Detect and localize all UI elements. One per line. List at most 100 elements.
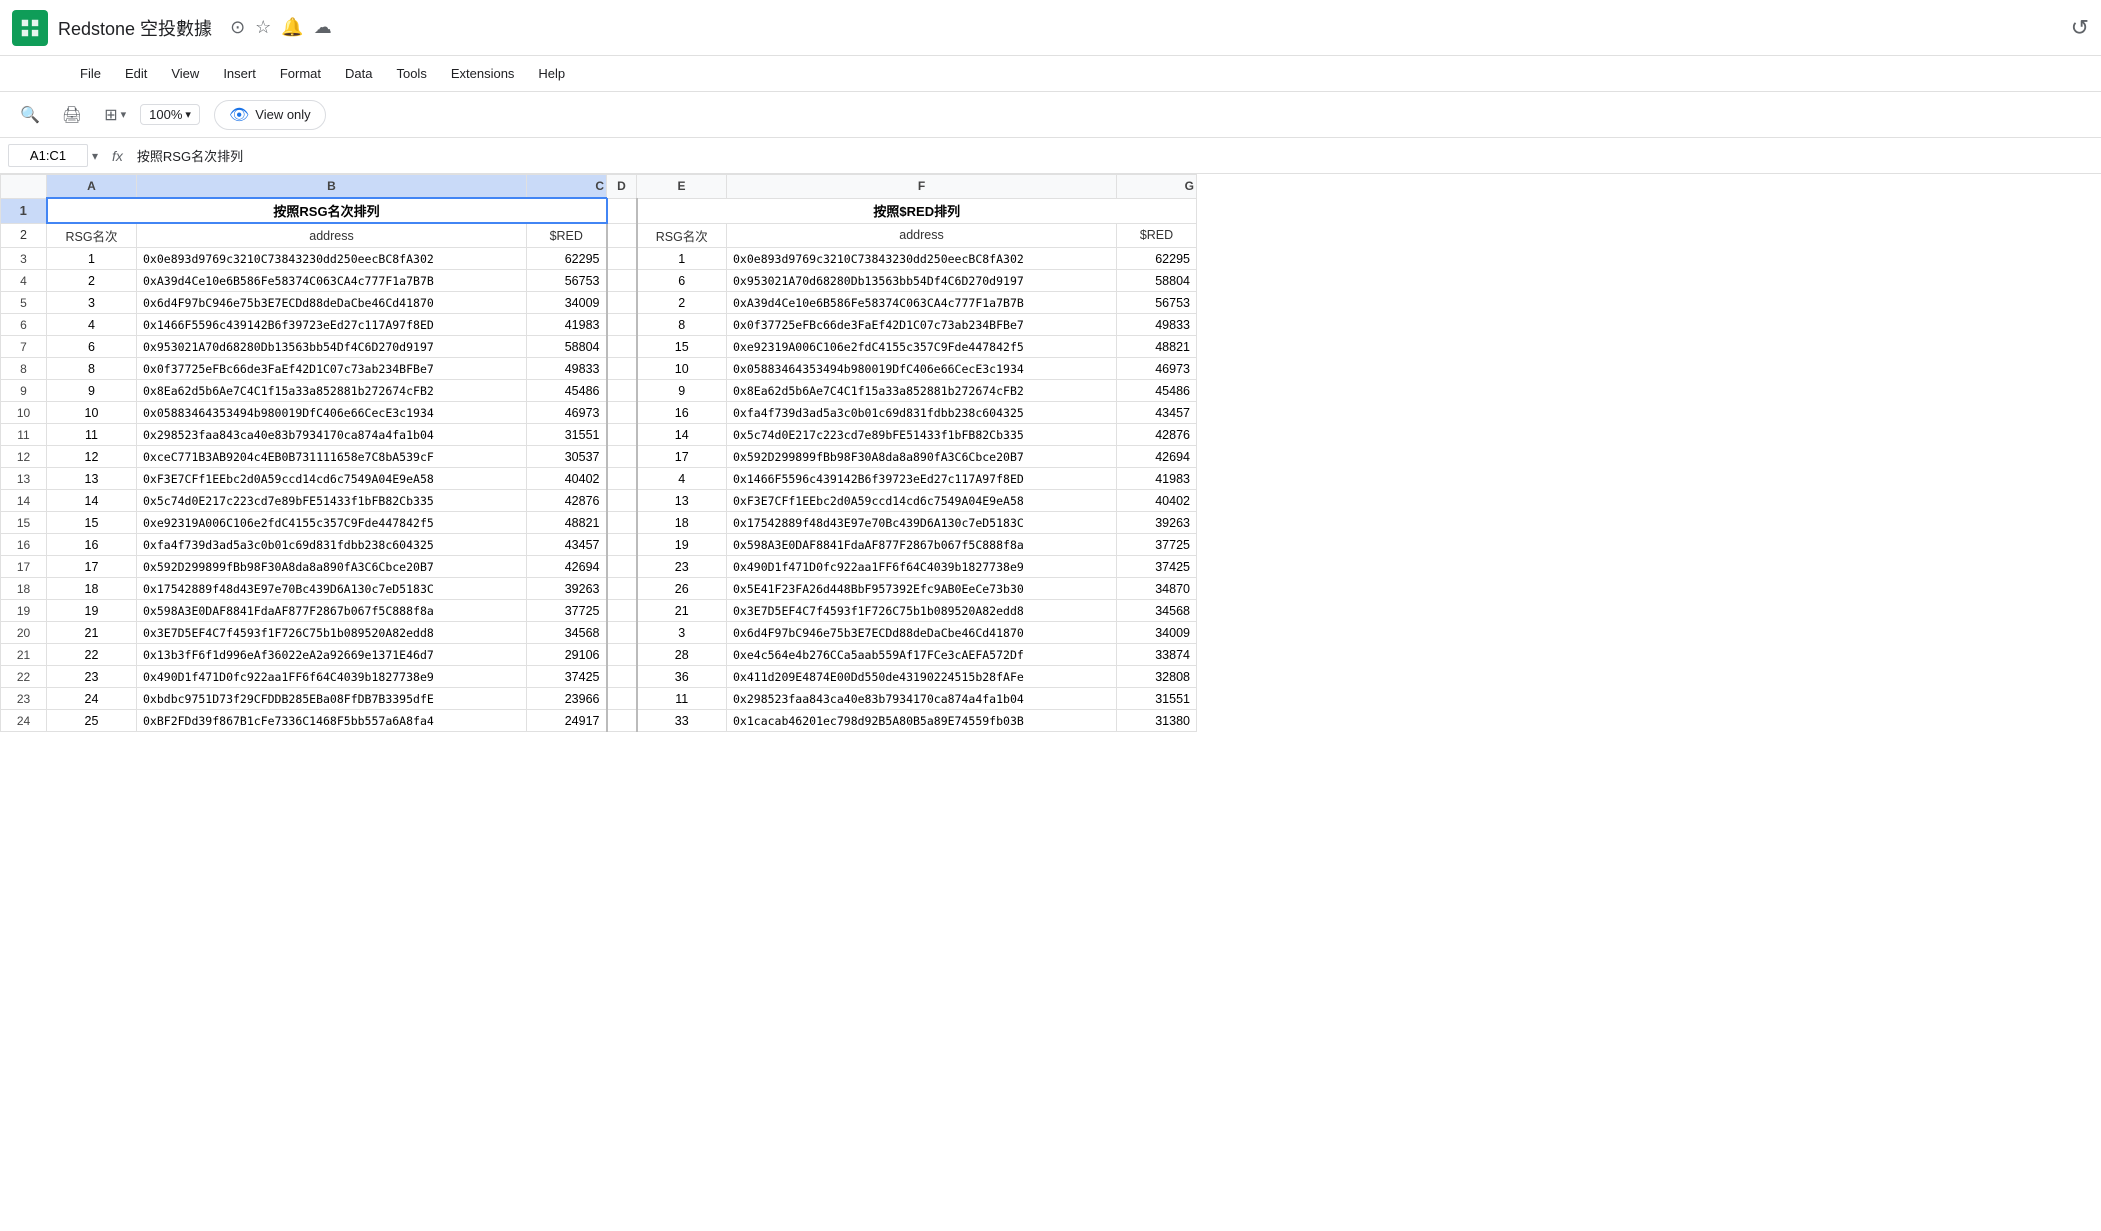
location-icon[interactable]: ⊙: [230, 17, 245, 38]
col-header-e[interactable]: E: [637, 175, 727, 199]
left-rsg-13[interactable]: 13: [47, 468, 137, 490]
left-rsg-8[interactable]: 8: [47, 358, 137, 380]
left-address-5[interactable]: 0x6d4F97bC946e75b3E7ECDd88deDaCbe46Cd418…: [137, 292, 527, 314]
right-rsg-14[interactable]: 13: [637, 490, 727, 512]
right-address-14[interactable]: 0xF3E7CFf1EEbc2d0A59ccd14cd6c7549A04E9eA…: [727, 490, 1117, 512]
left-address-11[interactable]: 0x298523faa843ca40e83b7934170ca874a4fa1b…: [137, 424, 527, 446]
left-red-11[interactable]: 31551: [527, 424, 607, 446]
right-red-17[interactable]: 37425: [1117, 556, 1197, 578]
left-address-21[interactable]: 0x13b3fF6f1d996eAf36022eA2a92669e1371E46…: [137, 644, 527, 666]
left-rsg-15[interactable]: 15: [47, 512, 137, 534]
right-red-12[interactable]: 42694: [1117, 446, 1197, 468]
col-header-d[interactable]: D: [607, 175, 637, 199]
right-rsg-5[interactable]: 2: [637, 292, 727, 314]
left-rsg-4[interactable]: 2: [47, 270, 137, 292]
left-red-5[interactable]: 34009: [527, 292, 607, 314]
left-rsg-18[interactable]: 18: [47, 578, 137, 600]
left-rsg-11[interactable]: 11: [47, 424, 137, 446]
left-rsg-24[interactable]: 25: [47, 710, 137, 732]
left-rsg-19[interactable]: 19: [47, 600, 137, 622]
right-address-10[interactable]: 0xfa4f739d3ad5a3c0b01c69d831fdbb238c6043…: [727, 402, 1117, 424]
left-address-20[interactable]: 0x3E7D5EF4C7f4593f1F726C75b1b089520A82ed…: [137, 622, 527, 644]
right-address-8[interactable]: 0x05883464353494b980019DfC406e66CecE3c19…: [727, 358, 1117, 380]
right-address-18[interactable]: 0x5E41F23FA26d448BbF957392Efc9AB0EeCe73b…: [727, 578, 1117, 600]
left-address-17[interactable]: 0x592D299899fBb98F30A8da8a890fA3C6Cbce20…: [137, 556, 527, 578]
left-rsg-9[interactable]: 9: [47, 380, 137, 402]
right-red-4[interactable]: 58804: [1117, 270, 1197, 292]
right-address-16[interactable]: 0x598A3E0DAF8841FdaAF877F2867b067f5C888f…: [727, 534, 1117, 556]
col-header-f[interactable]: F: [727, 175, 1117, 199]
history-icon[interactable]: ↺: [2071, 15, 2089, 41]
right-address-15[interactable]: 0x17542889f48d43E97e70Bc439D6A130c7eD518…: [727, 512, 1117, 534]
right-red-14[interactable]: 40402: [1117, 490, 1197, 512]
right-address-7[interactable]: 0xe92319A006C106e2fdC4155c357C9Fde447842…: [727, 336, 1117, 358]
left-red-20[interactable]: 34568: [527, 622, 607, 644]
right-red-11[interactable]: 42876: [1117, 424, 1197, 446]
right-red-5[interactable]: 56753: [1117, 292, 1197, 314]
star-icon[interactable]: ☆: [255, 17, 271, 38]
left-address-10[interactable]: 0x05883464353494b980019DfC406e66CecE3c19…: [137, 402, 527, 424]
right-rsg-23[interactable]: 11: [637, 688, 727, 710]
left-red-9[interactable]: 45486: [527, 380, 607, 402]
right-rsg-19[interactable]: 21: [637, 600, 727, 622]
col-header-g[interactable]: G: [1117, 175, 1197, 199]
right-red-13[interactable]: 41983: [1117, 468, 1197, 490]
search-button[interactable]: 🔍: [12, 101, 48, 129]
left-red-13[interactable]: 40402: [527, 468, 607, 490]
menu-data[interactable]: Data: [335, 62, 382, 85]
left-red-16[interactable]: 43457: [527, 534, 607, 556]
menu-insert[interactable]: Insert: [213, 62, 266, 85]
left-red-8[interactable]: 49833: [527, 358, 607, 380]
col-header-b[interactable]: B: [137, 175, 527, 199]
right-rsg-7[interactable]: 15: [637, 336, 727, 358]
right-rsg-13[interactable]: 4: [637, 468, 727, 490]
left-red-17[interactable]: 42694: [527, 556, 607, 578]
grid-view-button[interactable]: ⊞ ▾: [96, 101, 134, 129]
menu-tools[interactable]: Tools: [386, 62, 436, 85]
right-address-11[interactable]: 0x5c74d0E217c223cd7e89bFE51433f1bFB82Cb3…: [727, 424, 1117, 446]
left-red-4[interactable]: 56753: [527, 270, 607, 292]
left-address-6[interactable]: 0x1466F5596c439142B6f39723eEd27c117A97f8…: [137, 314, 527, 336]
right-rsg-9[interactable]: 9: [637, 380, 727, 402]
col-header-c[interactable]: C: [527, 175, 607, 199]
left-address-18[interactable]: 0x17542889f48d43E97e70Bc439D6A130c7eD518…: [137, 578, 527, 600]
right-address-6[interactable]: 0x0f37725eFBc66de3FaEf42D1C07c73ab234BFB…: [727, 314, 1117, 336]
right-rsg-3[interactable]: 1: [637, 248, 727, 270]
left-rsg-21[interactable]: 22: [47, 644, 137, 666]
right-red-21[interactable]: 33874: [1117, 644, 1197, 666]
cloud-icon[interactable]: ☁: [314, 17, 332, 38]
left-rsg-7[interactable]: 6: [47, 336, 137, 358]
right-address-5[interactable]: 0xA39d4Ce10e6B586Fe58374C063CA4c777F1a7B…: [727, 292, 1117, 314]
right-rsg-17[interactable]: 23: [637, 556, 727, 578]
right-address-19[interactable]: 0x3E7D5EF4C7f4593f1F726C75b1b089520A82ed…: [727, 600, 1117, 622]
left-address-3[interactable]: 0x0e893d9769c3210C73843230dd250eecBC8fA3…: [137, 248, 527, 270]
right-red-24[interactable]: 31380: [1117, 710, 1197, 732]
right-red-20[interactable]: 34009: [1117, 622, 1197, 644]
right-address-13[interactable]: 0x1466F5596c439142B6f39723eEd27c117A97f8…: [727, 468, 1117, 490]
right-rsg-24[interactable]: 33: [637, 710, 727, 732]
left-rsg-10[interactable]: 10: [47, 402, 137, 424]
right-rsg-20[interactable]: 3: [637, 622, 727, 644]
sheet-container[interactable]: A B C D E F G 1 按照RSG名次排列 按照$RED排列 2 RSG…: [0, 174, 2101, 1227]
right-rsg-15[interactable]: 18: [637, 512, 727, 534]
left-rsg-20[interactable]: 21: [47, 622, 137, 644]
right-rsg-10[interactable]: 16: [637, 402, 727, 424]
left-address-4[interactable]: 0xA39d4Ce10e6B586Fe58374C063CA4c777F1a7B…: [137, 270, 527, 292]
left-address-23[interactable]: 0xbdbc9751D73f29CFDDB285EBa08FfDB7B3395d…: [137, 688, 527, 710]
cell-ref-arrow[interactable]: ▾: [92, 149, 98, 163]
print-button[interactable]: 🖨: [54, 101, 90, 129]
cell-reference-box[interactable]: [8, 144, 88, 167]
right-rsg-16[interactable]: 19: [637, 534, 727, 556]
right-red-3[interactable]: 62295: [1117, 248, 1197, 270]
left-rsg-5[interactable]: 3: [47, 292, 137, 314]
right-red-10[interactable]: 43457: [1117, 402, 1197, 424]
zoom-selector[interactable]: 100% ▾: [140, 104, 200, 125]
left-title-cell[interactable]: 按照RSG名次排列: [47, 198, 607, 223]
right-red-18[interactable]: 34870: [1117, 578, 1197, 600]
right-address-12[interactable]: 0x592D299899fBb98F30A8da8a890fA3C6Cbce20…: [727, 446, 1117, 468]
right-rsg-12[interactable]: 17: [637, 446, 727, 468]
left-address-9[interactable]: 0x8Ea62d5b6Ae7C4C1f15a33a852881b272674cF…: [137, 380, 527, 402]
left-red-6[interactable]: 41983: [527, 314, 607, 336]
left-rsg-12[interactable]: 12: [47, 446, 137, 468]
right-rsg-18[interactable]: 26: [637, 578, 727, 600]
